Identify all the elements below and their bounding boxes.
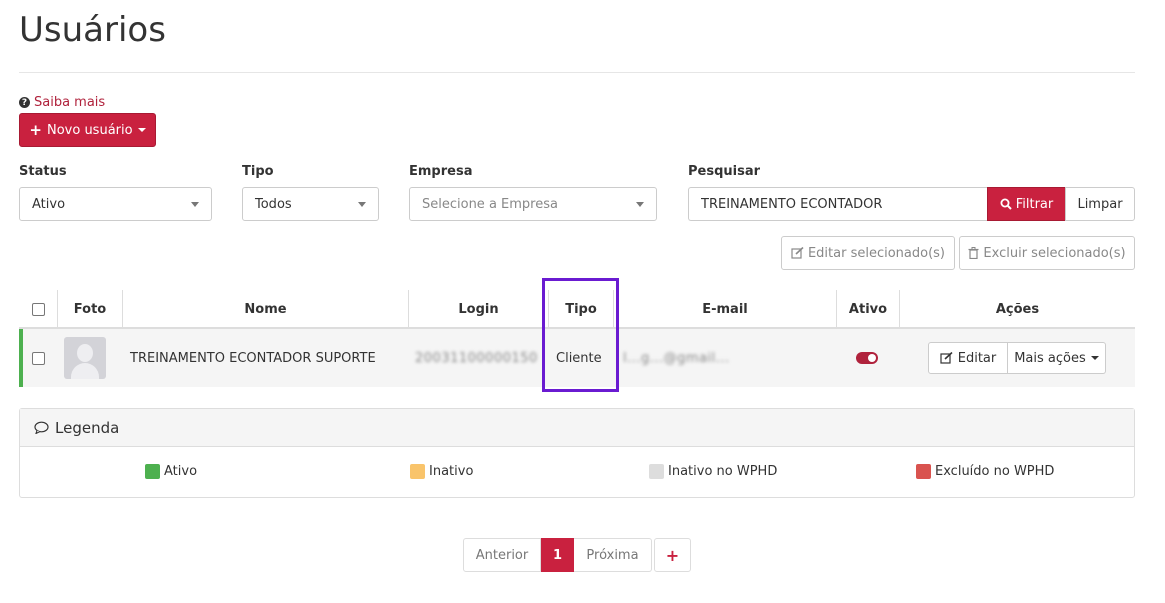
trash-icon <box>968 247 979 259</box>
pagination-next[interactable]: Próxima <box>574 538 652 572</box>
tipo-select[interactable]: Todos <box>242 187 379 221</box>
select-all-cell <box>19 290 57 329</box>
table-row: TREINAMENTO ECONTADOR SUPORTE 2003110000… <box>19 329 1135 387</box>
empresa-select[interactable]: Selecione a Empresa <box>409 187 657 221</box>
header-foto: Foto <box>57 290 122 329</box>
help-link-label: Saiba mais <box>34 95 106 110</box>
legend-item-excluido-wphd: Excluído no WPHD <box>916 464 1054 479</box>
tipo-label: Tipo <box>242 164 274 179</box>
status-select[interactable]: Ativo <box>19 187 212 221</box>
plus-icon: + <box>29 121 42 139</box>
row-checkbox[interactable] <box>32 351 45 365</box>
chevron-down-icon <box>191 201 199 207</box>
legend-swatch <box>145 464 160 479</box>
status-label: Status <box>19 164 67 179</box>
header-tipo[interactable]: Tipo <box>548 290 613 329</box>
help-link[interactable]: ? Saiba mais <box>19 95 105 110</box>
page-title: Usuários <box>19 10 166 50</box>
delete-selected-label: Excluir selecionado(s) <box>983 245 1126 261</box>
caret-down-icon <box>137 128 146 132</box>
legend-swatch <box>916 464 931 479</box>
more-actions-label: Mais ações <box>1014 350 1086 366</box>
pagination-page-1[interactable]: 1 <box>541 538 574 572</box>
row-name: TREINAMENTO ECONTADOR SUPORTE <box>130 350 376 366</box>
legend-item-label: Excluído no WPHD <box>935 464 1055 479</box>
search-input[interactable] <box>688 187 988 221</box>
question-circle-icon: ? <box>19 97 30 108</box>
filter-button-label: Filtrar <box>1015 196 1054 212</box>
new-user-label: Novo usuário <box>46 122 133 138</box>
header-acoes: Ações <box>899 290 1135 329</box>
header-login[interactable]: Login <box>408 290 548 329</box>
legend-title: Legenda <box>55 418 120 437</box>
row-photo-cell <box>64 329 106 387</box>
caret-down-icon <box>1090 356 1099 360</box>
edit-button-label: Editar <box>957 350 997 366</box>
legend-item-inativo: Inativo <box>410 464 473 479</box>
legend-item-inativo-wphd: Inativo no WPHD <box>649 464 777 479</box>
legend-panel: Legenda Ativo Inativo Inativo no WPHD Ex… <box>19 408 1135 498</box>
header-nome[interactable]: Nome <box>122 290 408 329</box>
edit-selected-button[interactable]: Editar selecionado(s) <box>781 236 955 270</box>
table-header: Foto Nome Login Tipo E-mail Ativo Ações <box>19 290 1135 329</box>
more-actions-button[interactable]: Mais ações <box>1008 342 1106 374</box>
legend-item-label: Inativo <box>429 464 474 479</box>
edit-icon <box>940 352 953 364</box>
filter-button[interactable]: Filtrar <box>987 187 1066 221</box>
comment-icon <box>34 421 49 434</box>
header-email[interactable]: E-mail <box>613 290 836 329</box>
legend-item-label: Ativo <box>164 464 198 479</box>
new-user-button[interactable]: + Novo usuário <box>19 113 156 147</box>
title-divider <box>19 72 1135 73</box>
add-button[interactable]: + <box>654 538 691 572</box>
pesquisar-label: Pesquisar <box>688 164 761 179</box>
empresa-select-placeholder: Selecione a Empresa <box>422 196 558 212</box>
active-toggle[interactable] <box>856 352 878 364</box>
row-actions-cell: Editar Mais ações <box>928 329 1106 387</box>
row-login: 20031100000150 <box>415 350 538 366</box>
select-all-checkbox[interactable] <box>31 303 45 316</box>
row-select-cell <box>32 329 45 387</box>
delete-selected-button[interactable]: Excluir selecionado(s) <box>959 236 1135 270</box>
edit-icon <box>791 247 804 259</box>
legend-header: Legenda <box>20 409 1134 447</box>
legend-swatch <box>649 464 664 479</box>
chevron-down-icon <box>636 201 644 207</box>
edit-selected-label: Editar selecionado(s) <box>807 245 946 261</box>
status-select-value: Ativo <box>32 196 66 212</box>
header-ativo[interactable]: Ativo <box>836 290 899 329</box>
avatar <box>64 337 106 379</box>
chevron-down-icon <box>358 201 366 207</box>
pagination-prev[interactable]: Anterior <box>463 538 541 572</box>
clear-button[interactable]: Limpar <box>1065 187 1135 221</box>
legend-item-label: Inativo no WPHD <box>668 464 778 479</box>
row-tipo: Cliente <box>556 350 602 366</box>
row-email: l...g...@gmail... <box>623 350 730 366</box>
legend-item-ativo: Ativo <box>145 464 197 479</box>
tipo-select-value: Todos <box>255 196 292 212</box>
pagination: Anterior 1 Próxima <box>463 538 652 572</box>
row-ativo-cell <box>856 329 878 387</box>
edit-button[interactable]: Editar <box>928 342 1008 374</box>
legend-swatch <box>410 464 425 479</box>
search-icon <box>1000 198 1012 210</box>
empresa-label: Empresa <box>409 164 473 179</box>
